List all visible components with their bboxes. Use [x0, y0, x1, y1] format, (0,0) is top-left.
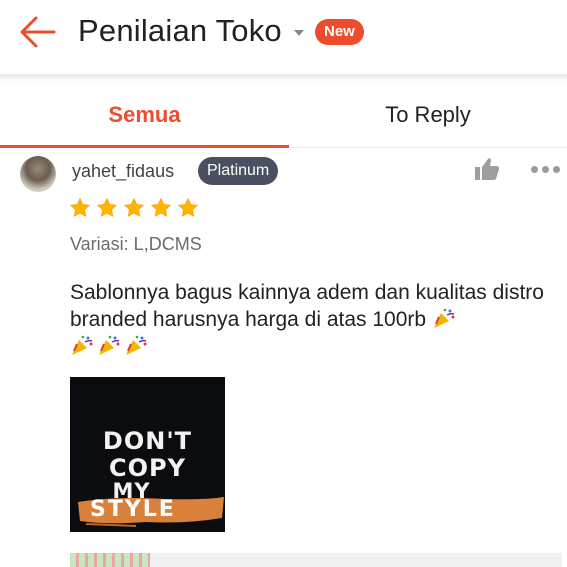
star-icon [123, 197, 144, 217]
star-icon [177, 197, 198, 217]
party-popper-icon [72, 335, 93, 355]
dot-icon [542, 166, 549, 173]
star-icon [96, 197, 118, 217]
review-photo[interactable]: DON'T COPY MY STYLE [70, 377, 225, 532]
variation-text: Variasi: L,DCMS [70, 234, 202, 254]
next-review-thumbnail[interactable] [70, 553, 150, 567]
more-options-icon[interactable] [531, 166, 561, 174]
tab-semua[interactable]: Semua [0, 82, 289, 148]
avatar[interactable] [20, 156, 56, 192]
photo-text-line: COPY [109, 454, 186, 482]
tab-bar: Semua To Reply [0, 82, 567, 148]
active-tab-indicator [0, 145, 289, 148]
thumbs-up-icon[interactable] [474, 156, 500, 182]
star-icon [69, 197, 91, 217]
header-shadow [0, 74, 567, 82]
tab-to-reply[interactable]: To Reply [289, 82, 567, 148]
review-comment: Sablonnya bagus kainnya adem dan kualita… [70, 279, 550, 360]
party-popper-icon [126, 335, 147, 355]
arrow-left-icon[interactable] [18, 14, 58, 50]
dot-icon [531, 166, 538, 173]
reviewer-username: yahet_fidaus [72, 161, 175, 181]
tier-badge: Platinum [198, 157, 279, 185]
dot-icon [553, 166, 560, 173]
chevron-down-icon[interactable] [294, 30, 304, 36]
party-popper-icon [99, 335, 120, 355]
star-rating [69, 197, 199, 219]
star-icon [150, 197, 171, 217]
new-badge: New [315, 19, 364, 45]
page-title[interactable]: Penilaian Toko [78, 13, 282, 49]
review-comment-text: Sablonnya bagus kainnya adem dan kualita… [70, 281, 544, 331]
party-popper-icon [433, 308, 455, 328]
app-header: Penilaian Toko New [0, 0, 567, 74]
photo-text-line: STYLE [90, 497, 176, 522]
photo-text-line: DON'T [102, 427, 193, 455]
